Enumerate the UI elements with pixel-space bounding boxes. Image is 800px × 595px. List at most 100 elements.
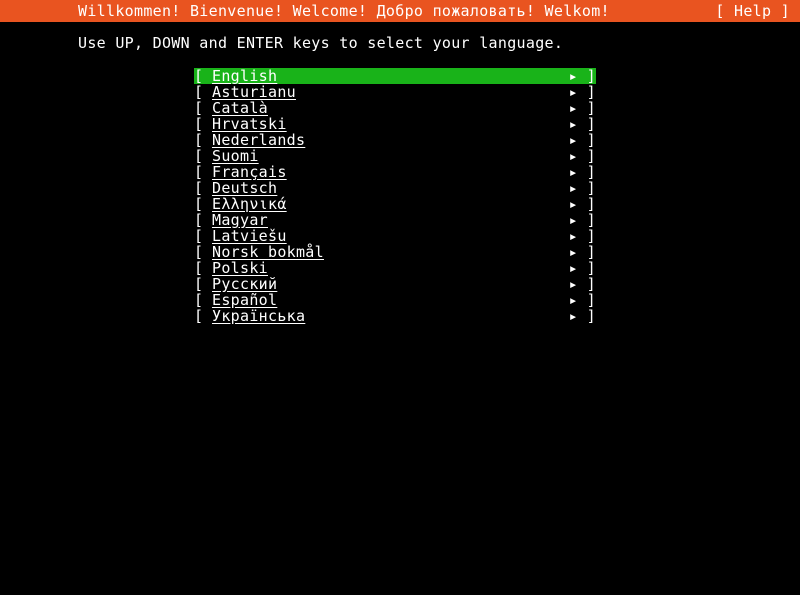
spacer: [324, 244, 562, 260]
spacer: [287, 116, 562, 132]
language-label: Asturianu: [212, 84, 296, 100]
spacer: [305, 308, 562, 324]
language-label: Suomi: [212, 148, 259, 164]
bracket-close: ]: [578, 148, 596, 164]
chevron-right-icon: ▸: [562, 84, 578, 100]
chevron-right-icon: ▸: [562, 212, 578, 228]
bracket-open: [: [194, 228, 212, 244]
spacer: [268, 100, 562, 116]
bracket-open: [: [194, 148, 212, 164]
help-button[interactable]: [ Help ]: [715, 0, 790, 22]
spacer: [259, 148, 562, 164]
language-label: Русский: [212, 276, 277, 292]
bracket-close: ]: [578, 228, 596, 244]
bracket-close: ]: [578, 132, 596, 148]
chevron-right-icon: ▸: [562, 228, 578, 244]
language-item[interactable]: [ Українська ▸ ]: [194, 308, 596, 324]
language-label: Magyar: [212, 212, 268, 228]
bracket-open: [: [194, 292, 212, 308]
language-label: Français: [212, 164, 287, 180]
spacer: [268, 212, 562, 228]
chevron-right-icon: ▸: [562, 132, 578, 148]
bracket-open: [: [194, 308, 212, 324]
bracket-close: ]: [578, 116, 596, 132]
bracket-open: [: [194, 164, 212, 180]
language-label: Català: [212, 100, 268, 116]
language-item[interactable]: [ Español ▸ ]: [194, 292, 596, 308]
bracket-close: ]: [578, 276, 596, 292]
bracket-open: [: [194, 196, 212, 212]
spacer: [305, 132, 562, 148]
chevron-right-icon: ▸: [562, 260, 578, 276]
language-item[interactable]: [ Magyar ▸ ]: [194, 212, 596, 228]
chevron-right-icon: ▸: [562, 244, 578, 260]
spacer: [296, 84, 562, 100]
language-label: Latviešu: [212, 228, 287, 244]
chevron-right-icon: ▸: [562, 308, 578, 324]
language-item[interactable]: [ Nederlands ▸ ]: [194, 132, 596, 148]
bracket-open: [: [194, 84, 212, 100]
chevron-right-icon: ▸: [562, 148, 578, 164]
spacer: [268, 260, 562, 276]
chevron-right-icon: ▸: [562, 180, 578, 196]
language-label: Hrvatski: [212, 116, 287, 132]
language-label: Deutsch: [212, 180, 277, 196]
language-item[interactable]: [ Polski ▸ ]: [194, 260, 596, 276]
language-item[interactable]: [ Català ▸ ]: [194, 100, 596, 116]
bracket-close: ]: [578, 100, 596, 116]
language-label: Español: [212, 292, 277, 308]
bracket-open: [: [194, 116, 212, 132]
language-label: Polski: [212, 260, 268, 276]
language-item[interactable]: [ Asturianu ▸ ]: [194, 84, 596, 100]
chevron-right-icon: ▸: [562, 116, 578, 132]
spacer: [287, 228, 562, 244]
language-label: Nederlands: [212, 132, 305, 148]
instruction-text: Use UP, DOWN and ENTER keys to select yo…: [0, 22, 800, 68]
bracket-open: [: [194, 244, 212, 260]
bracket-open: [: [194, 132, 212, 148]
bracket-close: ]: [578, 196, 596, 212]
chevron-right-icon: ▸: [562, 292, 578, 308]
bracket-close: ]: [578, 212, 596, 228]
language-label: Ελληνικά: [212, 196, 287, 212]
spacer: [277, 292, 562, 308]
language-item[interactable]: [ Русский ▸ ]: [194, 276, 596, 292]
language-item[interactable]: [ English▸ ]: [194, 68, 596, 84]
spacer: [277, 180, 562, 196]
bracket-open: [: [194, 276, 212, 292]
welcome-text: Willkommen! Bienvenue! Welcome! Добро по…: [78, 0, 610, 22]
chevron-right-icon: ▸: [562, 164, 578, 180]
language-item[interactable]: [ Français ▸ ]: [194, 164, 596, 180]
chevron-right-icon: ▸: [562, 100, 578, 116]
language-item[interactable]: [ Suomi ▸ ]: [194, 148, 596, 164]
language-label: Українська: [212, 308, 305, 324]
spacer: [287, 164, 562, 180]
bracket-open: [: [194, 68, 212, 84]
bracket-open: [: [194, 260, 212, 276]
bracket-close: ]: [578, 292, 596, 308]
bracket-open: [: [194, 100, 212, 116]
language-item[interactable]: [ Latviešu ▸ ]: [194, 228, 596, 244]
spacer: [277, 68, 562, 84]
bracket-close: ]: [578, 260, 596, 276]
language-label: English: [212, 68, 277, 84]
language-item[interactable]: [ Hrvatski ▸ ]: [194, 116, 596, 132]
bracket-close: ]: [578, 164, 596, 180]
bracket-close: ]: [578, 180, 596, 196]
language-item[interactable]: [ Deutsch ▸ ]: [194, 180, 596, 196]
bracket-open: [: [194, 180, 212, 196]
header-bar: Willkommen! Bienvenue! Welcome! Добро по…: [0, 0, 800, 22]
chevron-right-icon: ▸: [562, 276, 578, 292]
bracket-close: ]: [578, 244, 596, 260]
spacer: [277, 276, 562, 292]
chevron-right-icon: ▸: [562, 196, 578, 212]
language-label: Norsk bokmål: [212, 244, 324, 260]
spacer: [287, 196, 562, 212]
language-item[interactable]: [ Ελληνικά ▸ ]: [194, 196, 596, 212]
chevron-right-icon: ▸: [562, 68, 578, 84]
bracket-open: [: [194, 212, 212, 228]
bracket-close: ]: [578, 308, 596, 324]
bracket-close: ]: [578, 84, 596, 100]
language-item[interactable]: [ Norsk bokmål ▸ ]: [194, 244, 596, 260]
language-list: [ English▸ ][ Asturianu▸ ][ Català▸ ][ H…: [0, 68, 800, 324]
